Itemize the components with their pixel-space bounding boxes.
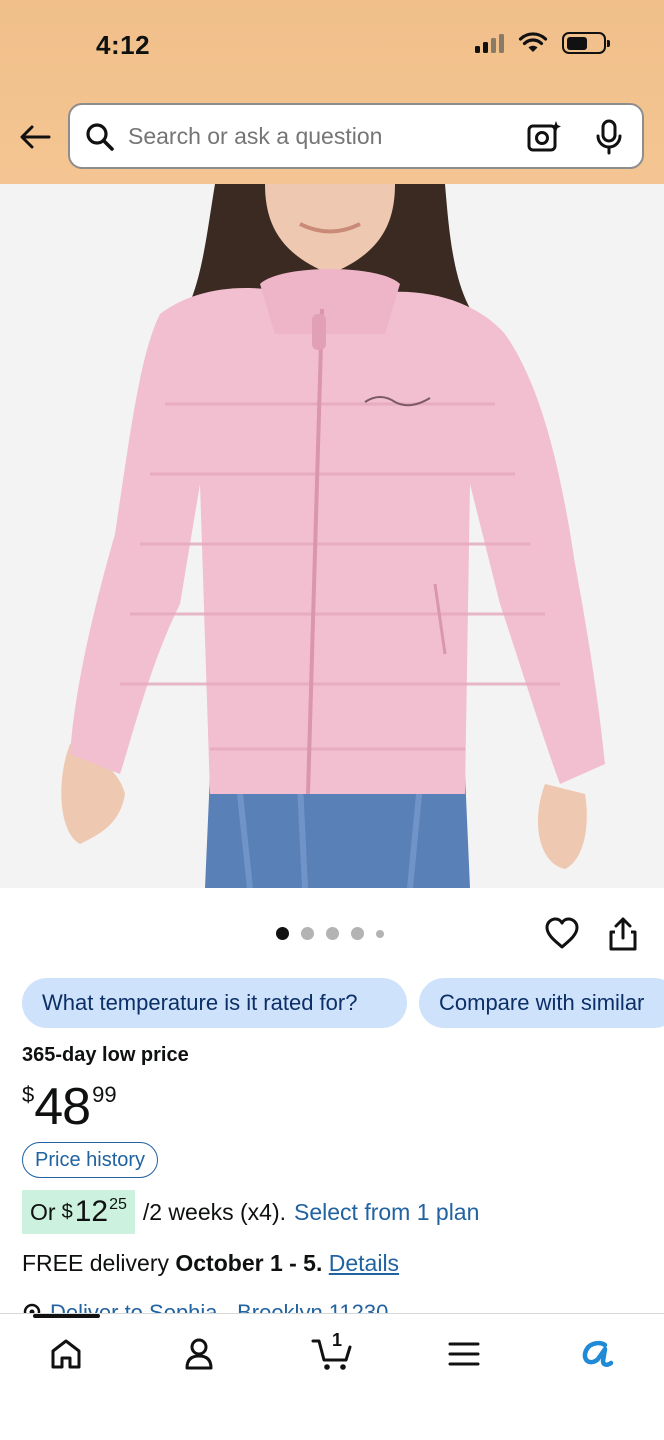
carousel-dot[interactable]: [376, 929, 384, 938]
camera-search-icon[interactable]: [526, 119, 562, 155]
heart-icon[interactable]: [544, 916, 580, 952]
search-input[interactable]: [128, 123, 508, 150]
back-button[interactable]: [16, 118, 54, 156]
installment-prefix: Or: [30, 1198, 56, 1225]
cart-count-badge: 1: [332, 1330, 343, 1350]
installment-highlight: Or $ 12 25: [22, 1190, 135, 1234]
search-bar[interactable]: [68, 103, 644, 169]
product-image[interactable]: [0, 184, 664, 888]
select-plan-link[interactable]: Select from 1 plan: [294, 1199, 479, 1226]
delivery-info: FREE delivery October 1 - 5. Details: [22, 1250, 399, 1277]
deal-label: 365-day low price: [22, 1044, 189, 1066]
carousel-dot[interactable]: [326, 927, 339, 940]
menu-icon: [448, 1342, 480, 1366]
pink-puffer-jacket-photo: [0, 184, 664, 888]
nav-home[interactable]: [44, 1332, 88, 1376]
price-whole: 48: [34, 1078, 91, 1136]
rufus-assistant-icon: [582, 1340, 614, 1367]
carousel-dot[interactable]: [301, 927, 314, 940]
price-currency: $: [22, 1082, 35, 1107]
account-icon: [185, 1338, 213, 1370]
question-chip[interactable]: What temperature is it rated for?: [22, 978, 407, 1028]
active-tab-indicator: [33, 1314, 100, 1318]
nav-rufus[interactable]: [575, 1332, 619, 1376]
search-icon: [86, 123, 114, 151]
price-fraction: 99: [92, 1082, 117, 1107]
installment-currency: $: [61, 1200, 73, 1223]
delivery-details-link[interactable]: Details: [329, 1250, 399, 1276]
share-icon[interactable]: [607, 916, 639, 952]
nav-menu[interactable]: [442, 1332, 486, 1376]
installment-terms: /2 weeks (x4).: [142, 1198, 287, 1225]
chip-label: What temperature is it rated for?: [42, 990, 358, 1015]
microphone-icon[interactable]: [594, 119, 624, 155]
nav-account[interactable]: [177, 1332, 221, 1376]
cellular-signal-icon: [475, 33, 504, 53]
delivery-prefix: FREE delivery: [22, 1250, 169, 1276]
chip-label: Compare with similar: [439, 990, 645, 1015]
delivery-dates: October 1 - 5.: [175, 1250, 323, 1276]
battery-icon: [562, 32, 610, 54]
compare-chip[interactable]: Compare with similar: [419, 978, 664, 1028]
image-carousel-dots[interactable]: [276, 927, 384, 940]
wifi-icon: [518, 32, 548, 52]
price-history-button[interactable]: Price history: [22, 1142, 159, 1178]
carousel-dot[interactable]: [276, 927, 289, 940]
back-arrow-icon: [20, 125, 51, 149]
bottom-navigation: 1: [0, 1313, 664, 1440]
carousel-dot[interactable]: [351, 927, 364, 940]
home-icon: [51, 1339, 81, 1369]
status-time: 4:12: [96, 30, 151, 60]
product-price: $ 48 99: [22, 1078, 117, 1136]
status-icons: [475, 32, 610, 54]
installment-whole: 12: [74, 1195, 109, 1228]
installment-fraction: 25: [109, 1196, 127, 1213]
installment-offer: Or $ 12 25 /2 weeks (x4). Select from 1 …: [22, 1190, 479, 1234]
app-header: 4:12: [0, 0, 664, 184]
